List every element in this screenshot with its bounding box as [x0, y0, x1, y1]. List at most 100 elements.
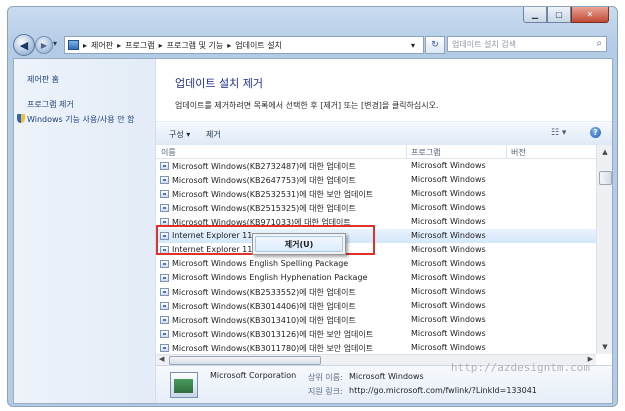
- update-icon: [160, 190, 169, 198]
- page-title: 업데이트 설치 제거: [175, 77, 263, 90]
- item-name: Microsoft Windows(KB2533552)에 대한 업데이트: [172, 288, 356, 297]
- maximize-button[interactable]: ▢: [547, 7, 571, 23]
- item-program: Microsoft Windows: [411, 287, 486, 296]
- minimize-button[interactable]: ▁: [523, 7, 547, 23]
- breadcrumb-separator-icon: ▸: [227, 40, 232, 50]
- parent-name-label: 상위 이름:: [308, 373, 343, 382]
- column-header-program[interactable]: 프로그램: [411, 147, 440, 158]
- breadcrumb-control-panel[interactable]: 제어판: [91, 40, 113, 51]
- update-icon: [160, 162, 169, 170]
- address-dropdown-icon[interactable]: ▾: [411, 41, 415, 50]
- command-bar: 구성 ▾ 제거 ☷ ▾ ?: [156, 121, 612, 147]
- item-program: Microsoft Windows: [411, 315, 486, 324]
- support-link-value[interactable]: http://go.microsoft.com/fwlink/?LinkId=1…: [349, 386, 537, 395]
- update-icon: [160, 344, 169, 352]
- item-program: Microsoft Windows: [411, 245, 486, 254]
- list-item[interactable]: Microsoft Windows(KB2515325)에 대한 업데이트 Mic…: [156, 201, 596, 215]
- item-program: Microsoft Windows: [411, 231, 486, 240]
- update-icon: [160, 330, 169, 338]
- views-icon[interactable]: ☷ ▾: [551, 128, 566, 138]
- item-program: Microsoft Windows: [411, 189, 486, 198]
- page-description: 업데이트를 제거하려면 목록에서 선택한 후 [제거] 또는 [변경]을 클릭하…: [175, 101, 439, 110]
- search-icon[interactable]: ⌕: [596, 38, 602, 49]
- navigation-bar: ◀ ▶ ▾ ▸ 제어판 ▸ 프로그램 ▸ 프로그램 및 기능 ▸ 업데이트 설치…: [13, 34, 611, 56]
- update-icon: [160, 274, 169, 282]
- item-name: Microsoft Windows(KB2532531)에 대한 보안 업데이트: [172, 190, 374, 199]
- column-header-version[interactable]: 버전: [511, 147, 526, 158]
- breadcrumb-separator-icon: ▸: [158, 40, 163, 50]
- list-item[interactable]: Microsoft Windows(KB2532531)에 대한 보안 업데이트…: [156, 187, 596, 201]
- item-name: Microsoft Windows(KB3013126)에 대한 보안 업데이트: [172, 330, 374, 339]
- control-panel-icon: [68, 40, 79, 50]
- item-program: Microsoft Windows: [411, 329, 486, 338]
- column-divider[interactable]: [406, 145, 407, 158]
- back-button[interactable]: ◀: [13, 34, 35, 56]
- item-name: Microsoft Windows(KB3013410)에 대한 업데이트: [172, 316, 356, 325]
- vertical-scrollbar[interactable]: ▲ ▼: [596, 145, 612, 354]
- scrollbar-thumb[interactable]: [599, 171, 612, 185]
- item-name: Microsoft Windows(KB2647753)에 대한 업데이트: [172, 176, 356, 185]
- sidebar-item-uninstall-program[interactable]: 프로그램 제거: [27, 99, 74, 110]
- update-icon: [160, 260, 169, 268]
- help-icon[interactable]: ?: [590, 127, 601, 138]
- update-icon: [160, 302, 169, 310]
- breadcrumb-installed-updates[interactable]: 업데이트 설치: [235, 40, 282, 51]
- watermark-text: http://azdesigntm.com: [450, 361, 590, 374]
- scroll-left-icon[interactable]: ◀: [159, 355, 164, 363]
- sidebar-item-control-panel-home[interactable]: 제어판 홈: [27, 74, 59, 85]
- item-program: Microsoft Windows: [411, 175, 486, 184]
- scroll-up-icon[interactable]: ▲: [597, 145, 612, 159]
- list-item[interactable]: Microsoft Windows English Spelling Packa…: [156, 257, 596, 271]
- sidebar: 제어판 홈 프로그램 제거 Windows 기능 사용/사용 안 함: [14, 59, 156, 403]
- recent-pages-dropdown[interactable]: ▾: [53, 39, 57, 48]
- item-name: Microsoft Windows(KB3014406)에 대한 업데이트: [172, 302, 356, 311]
- list-item[interactable]: Microsoft Windows(KB3013410)에 대한 업데이트 Mic…: [156, 313, 596, 327]
- item-program: Microsoft Windows: [411, 301, 486, 310]
- publisher-name: Microsoft Corporation: [210, 371, 297, 380]
- item-program: Microsoft Windows: [411, 161, 486, 170]
- list-item[interactable]: Microsoft Windows(KB3011780)에 대한 보안 업데이트…: [156, 341, 596, 354]
- breadcrumb-separator-icon: ▸: [117, 40, 122, 50]
- breadcrumb-separator-icon: ▸: [83, 40, 88, 50]
- item-name: Microsoft Windows English Spelling Packa…: [172, 259, 349, 268]
- organize-button[interactable]: 구성 ▾: [169, 129, 190, 140]
- support-link-label: 지원 링크:: [308, 387, 343, 396]
- list-item[interactable]: Microsoft Windows(KB2647753)에 대한 업데이트 Mic…: [156, 173, 596, 187]
- breadcrumb-programs-features[interactable]: 프로그램 및 기능: [167, 40, 224, 51]
- context-menu-uninstall[interactable]: 제거(U): [255, 236, 343, 252]
- scrollbar-thumb[interactable]: [169, 356, 321, 365]
- breadcrumb-programs[interactable]: 프로그램: [125, 40, 154, 51]
- item-program: Microsoft Windows: [411, 217, 486, 226]
- refresh-button[interactable]: ↻: [425, 36, 445, 54]
- search-input[interactable]: 업데이트 설치 검색 ⌕: [447, 36, 607, 52]
- close-button[interactable]: ✕: [571, 7, 609, 23]
- shield-icon: [17, 114, 25, 123]
- scroll-down-icon[interactable]: ▼: [597, 340, 612, 354]
- package-icon: [170, 372, 198, 398]
- item-name: Microsoft Windows(KB3011780)에 대한 보안 업데이트: [172, 344, 374, 353]
- caption-buttons: ▁ ▢ ✕: [523, 7, 609, 23]
- item-program: Microsoft Windows: [411, 343, 486, 352]
- item-name: Microsoft Windows English Hyphenation Pa…: [172, 273, 368, 282]
- forward-button[interactable]: ▶: [35, 36, 53, 54]
- column-header-name[interactable]: 이름: [161, 147, 176, 158]
- list-item[interactable]: Microsoft Windows(KB2732487)에 대한 업데이트 Mic…: [156, 159, 596, 173]
- sidebar-item-windows-features[interactable]: Windows 기능 사용/사용 안 함: [27, 114, 147, 125]
- update-icon: [160, 176, 169, 184]
- update-icon: [160, 288, 169, 296]
- column-divider[interactable]: [506, 145, 507, 158]
- list-item[interactable]: Microsoft Windows(KB3013126)에 대한 보안 업데이트…: [156, 327, 596, 341]
- item-name: Microsoft Windows(KB2732487)에 대한 업데이트: [172, 162, 356, 171]
- search-placeholder: 업데이트 설치 검색: [452, 39, 516, 49]
- list-item[interactable]: Microsoft Windows English Hyphenation Pa…: [156, 271, 596, 285]
- update-icon: [160, 204, 169, 212]
- parent-name-value: Microsoft Windows: [349, 372, 424, 381]
- column-headers: 이름 프로그램 버전: [156, 145, 596, 159]
- list-item[interactable]: Microsoft Windows(KB3014406)에 대한 업데이트 Mic…: [156, 299, 596, 313]
- update-icon: [160, 316, 169, 324]
- item-name: Microsoft Windows(KB2515325)에 대한 업데이트: [172, 204, 356, 213]
- list-item[interactable]: Microsoft Windows(KB2533552)에 대한 업데이트 Mic…: [156, 285, 596, 299]
- address-bar[interactable]: ▸ 제어판 ▸ 프로그램 ▸ 프로그램 및 기능 ▸ 업데이트 설치 ▾: [64, 36, 424, 54]
- uninstall-button[interactable]: 제거: [206, 129, 221, 140]
- item-program: Microsoft Windows: [411, 273, 486, 282]
